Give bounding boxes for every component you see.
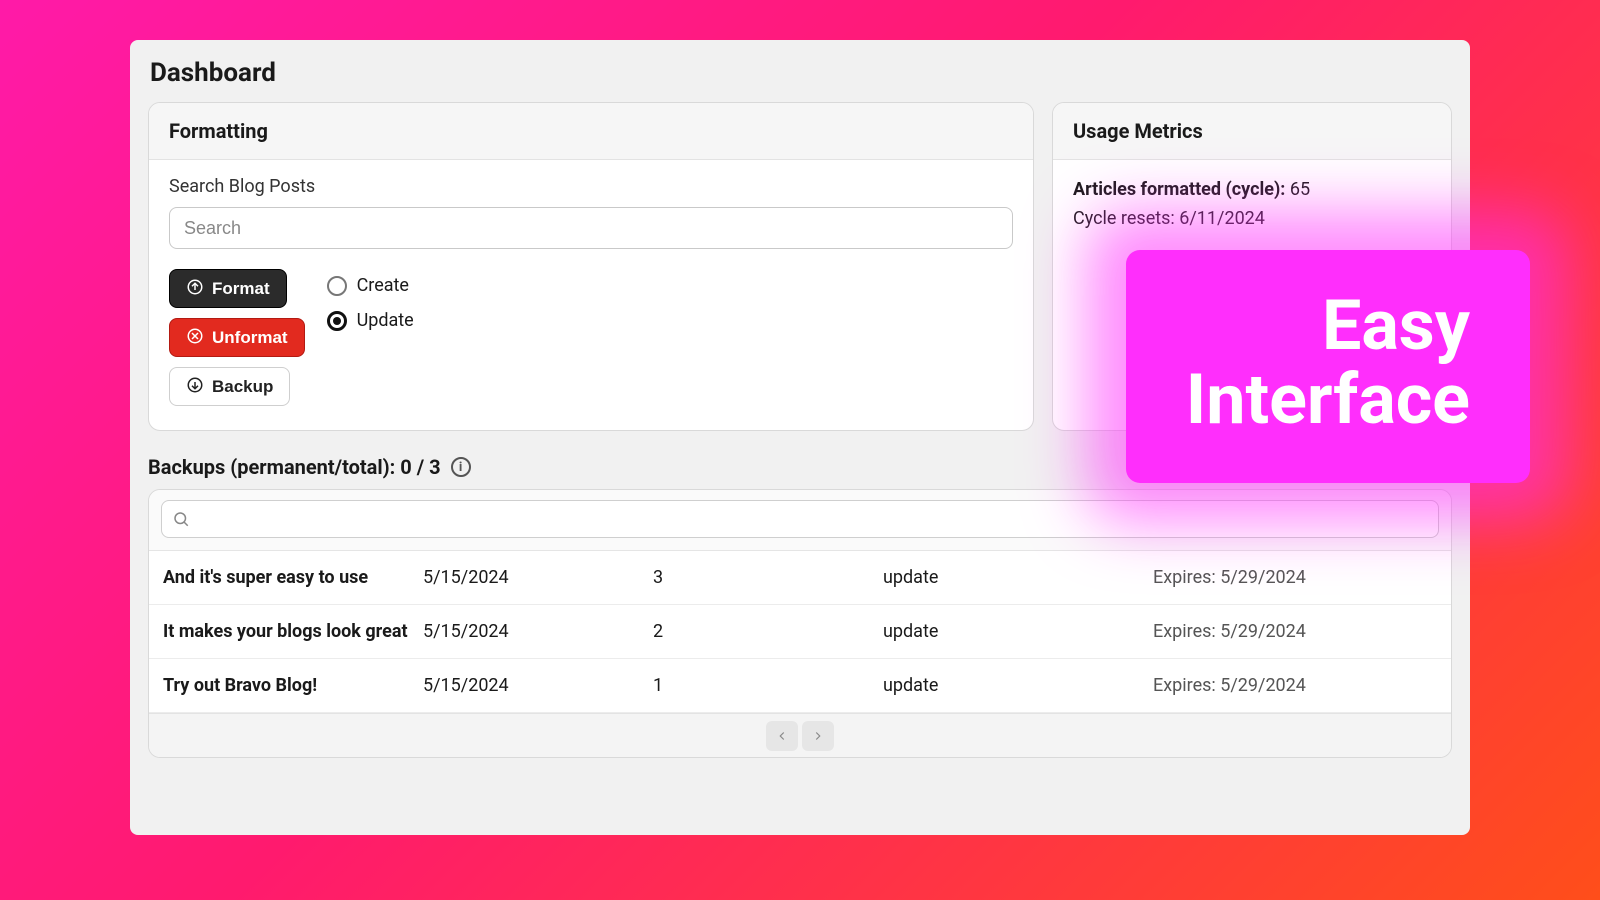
promo-callout: Easy Interface — [1126, 250, 1530, 483]
callout-line-1: Easy — [1186, 290, 1470, 364]
controls-row: Format Unformat Backup — [169, 269, 1013, 406]
cycle-resets-value: 6/11/2024 — [1179, 208, 1265, 229]
page-title: Dashboard — [150, 58, 1450, 88]
row-mode: update — [883, 675, 1153, 696]
app-header: Dashboard — [130, 40, 1470, 102]
table-search-input-wrap[interactable] — [161, 500, 1439, 538]
pager-next-button[interactable] — [802, 721, 834, 751]
row-date: 5/15/2024 — [423, 621, 653, 642]
format-button-label: Format — [212, 280, 270, 297]
format-button[interactable]: Format — [169, 269, 287, 308]
table-search-input[interactable] — [198, 501, 1438, 537]
formatting-card-title: Formatting — [149, 103, 1033, 160]
articles-formatted-line: Articles formatted (cycle): 65 — [1073, 176, 1431, 205]
row-title: And it's super easy to use — [163, 567, 423, 588]
row-expires: Expires: 5/29/2024 — [1153, 567, 1437, 588]
backup-button-label: Backup — [212, 378, 273, 395]
chevron-right-icon — [811, 729, 825, 743]
table-row[interactable]: It makes your blogs look great 5/15/2024… — [149, 605, 1451, 659]
formatting-card-body: Search Blog Posts Format — [149, 160, 1033, 430]
row-expires: Expires: 5/29/2024 — [1153, 621, 1437, 642]
formatting-card: Formatting Search Blog Posts Format — [148, 102, 1034, 431]
table-row[interactable]: Try out Bravo Blog! 5/15/2024 1 update E… — [149, 659, 1451, 713]
info-icon[interactable]: i — [451, 457, 471, 477]
row-mode: update — [883, 621, 1153, 642]
search-label: Search Blog Posts — [169, 176, 1013, 197]
radio-create[interactable]: Create — [327, 275, 414, 296]
backups-section: Backups (permanent/total): 0 / 3 i And i… — [148, 449, 1452, 835]
backup-button[interactable]: Backup — [169, 367, 290, 406]
unformat-button[interactable]: Unformat — [169, 318, 305, 357]
row-expires: Expires: 5/29/2024 — [1153, 675, 1437, 696]
table-search-bar — [149, 490, 1451, 551]
row-count: 3 — [653, 567, 883, 588]
radio-circle-selected-icon — [327, 311, 347, 331]
table-row[interactable]: And it's super easy to use 5/15/2024 3 u… — [149, 551, 1451, 605]
radio-update[interactable]: Update — [327, 310, 414, 331]
backups-table: And it's super easy to use 5/15/2024 3 u… — [148, 489, 1452, 758]
radio-group: Create Update — [327, 269, 414, 331]
row-mode: update — [883, 567, 1153, 588]
radio-create-label: Create — [357, 275, 409, 296]
usage-metrics-body: Articles formatted (cycle): 65 Cycle res… — [1053, 160, 1451, 258]
cycle-resets-label: Cycle resets: — [1073, 208, 1175, 229]
row-count: 1 — [653, 675, 883, 696]
search-icon — [172, 510, 190, 528]
usage-metrics-title: Usage Metrics — [1053, 103, 1451, 160]
row-date: 5/15/2024 — [423, 567, 653, 588]
search-input[interactable] — [169, 207, 1013, 249]
articles-formatted-label: Articles formatted (cycle): — [1073, 179, 1285, 200]
download-circle-icon — [186, 376, 204, 397]
button-column: Format Unformat Backup — [169, 269, 305, 406]
row-title: It makes your blogs look great — [163, 621, 423, 642]
upload-circle-icon — [186, 278, 204, 299]
chevron-left-icon — [775, 729, 789, 743]
articles-formatted-value: 65 — [1290, 179, 1310, 200]
row-date: 5/15/2024 — [423, 675, 653, 696]
radio-update-label: Update — [357, 310, 414, 331]
radio-circle-icon — [327, 276, 347, 296]
backups-title: Backups (permanent/total): 0 / 3 — [148, 455, 441, 479]
row-count: 2 — [653, 621, 883, 642]
cycle-resets-line: Cycle resets: 6/11/2024 — [1073, 205, 1431, 234]
row-title: Try out Bravo Blog! — [163, 675, 423, 696]
cancel-circle-icon — [186, 327, 204, 348]
pager — [149, 713, 1451, 757]
callout-line-2: Interface — [1186, 364, 1470, 438]
unformat-button-label: Unformat — [212, 329, 288, 346]
pager-prev-button[interactable] — [766, 721, 798, 751]
